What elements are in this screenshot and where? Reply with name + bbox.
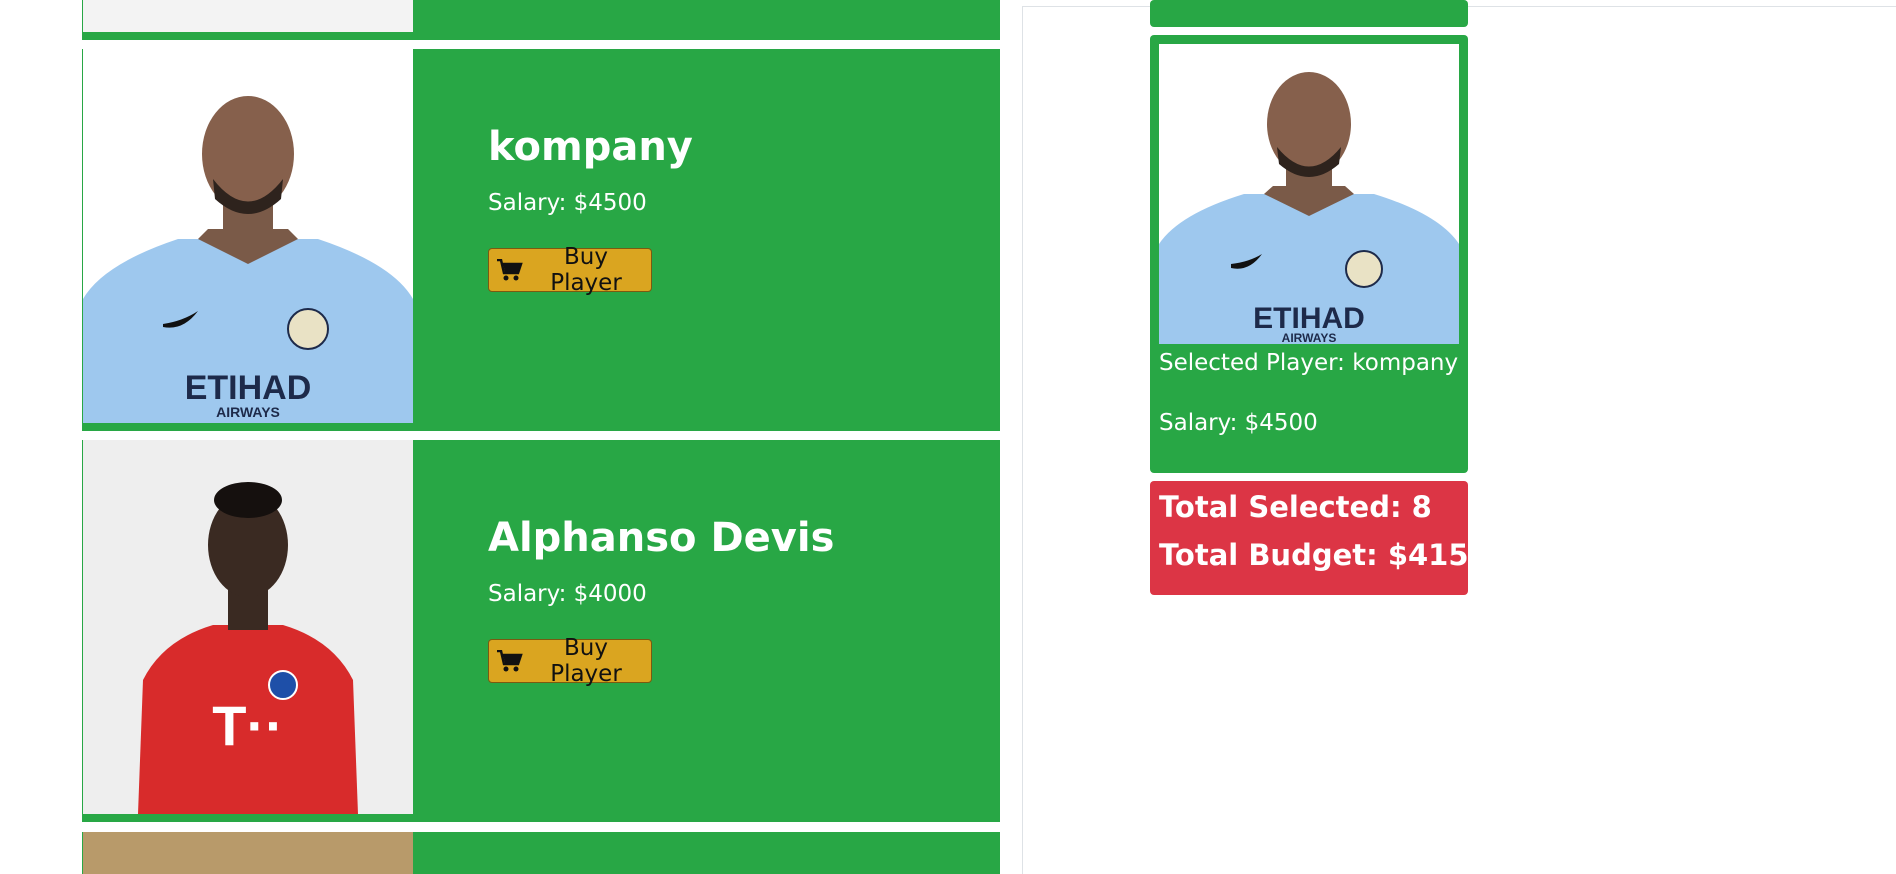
player-photo-alphanso-devis: T··: [83, 440, 413, 814]
total-budget: Total Budget: $41500: [1159, 538, 1509, 572]
cart-icon: [497, 259, 523, 281]
svg-text:ETIHAD: ETIHAD: [185, 369, 312, 407]
player-name: kompany: [488, 124, 693, 170]
selected-card-partial-top: [1150, 0, 1468, 27]
buy-player-label: Buy Player: [550, 244, 622, 296]
buy-player-button[interactable]: Buy Player: [488, 635, 652, 687]
player-card: ETIHAD AIRWAYS kompany Salary: $4500 Buy…: [82, 49, 1000, 431]
selected-player-label: Selected Player: kompany: [1159, 350, 1459, 376]
svg-text:T··: T··: [212, 694, 284, 757]
total-selected: Total Selected: 8: [1159, 490, 1432, 524]
buy-player-button[interactable]: Buy Player: [488, 244, 652, 296]
selected-player-card: ETIHAD AIRWAYS Selected Player: kompany …: [1150, 35, 1468, 473]
player-photo: [83, 832, 413, 874]
column-divider: [1022, 7, 1023, 874]
selected-player-photo: ETIHAD AIRWAYS: [1159, 44, 1459, 344]
page: ETIHAD AIRWAYS kompany Salary: $4500 Buy…: [0, 0, 1896, 874]
player-photo-kompany: ETIHAD AIRWAYS: [83, 49, 413, 423]
player-name: Alphanso Devis: [488, 515, 835, 561]
buy-player-label: Buy Player: [550, 635, 622, 687]
totals-card: Total Selected: 8 Total Budget: $41500: [1150, 481, 1509, 595]
selected-player-avatar: ETIHAD AIRWAYS: [1159, 44, 1459, 344]
player-salary: Salary: $4000: [488, 581, 647, 607]
player-photo: [83, 0, 413, 32]
player-card-partial-bottom: [82, 832, 1000, 874]
player-avatar-image: T··: [83, 440, 413, 814]
svg-text:AIRWAYS: AIRWAYS: [216, 404, 280, 420]
player-card: T·· Alphanso Devis Salary: $4000 Buy Pla…: [82, 440, 1000, 822]
cart-icon: [497, 650, 523, 672]
svg-text:AIRWAYS: AIRWAYS: [1282, 331, 1337, 344]
player-avatar-image: ETIHAD AIRWAYS: [83, 49, 413, 423]
selected-player-salary: Salary: $4500: [1159, 410, 1318, 436]
player-card-partial-top: [82, 0, 1000, 40]
player-salary: Salary: $4500: [488, 190, 647, 216]
